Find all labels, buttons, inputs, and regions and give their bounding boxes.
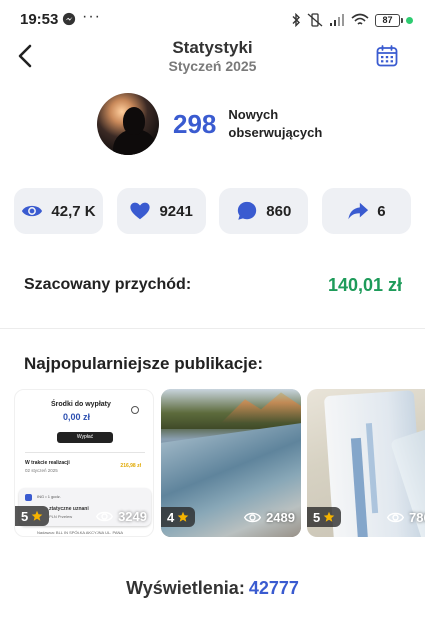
bank-icon bbox=[25, 494, 32, 501]
thumb-text: PLN Przelew bbox=[49, 514, 73, 519]
comment-icon bbox=[238, 201, 257, 220]
info-icon bbox=[131, 406, 139, 414]
post-rating-badge: 5 bbox=[15, 506, 50, 526]
post-card[interactable]: Środki do wypłaty 0,00 zł Wypłać W trakc… bbox=[14, 389, 154, 537]
comments-value: 860 bbox=[266, 202, 292, 220]
status-time: 19:53 bbox=[20, 11, 59, 28]
bluetooth-icon bbox=[292, 13, 300, 27]
thumb-text: 0,00 zł bbox=[63, 412, 91, 422]
thumb-text: Środki do wypłaty bbox=[51, 401, 111, 408]
thumb-text: Nadawca: BLL IN SPÓŁKA AKCYJNA UL. PANA bbox=[37, 530, 124, 535]
star-icon bbox=[31, 510, 43, 521]
more-notifications-icon: ··· bbox=[82, 8, 101, 25]
post-card[interactable]: 4 2489 bbox=[161, 389, 301, 537]
popular-posts-carousel[interactable]: Środki do wypłaty 0,00 zł Wypłać W trakc… bbox=[14, 389, 425, 537]
views-value: 42,7 K bbox=[51, 202, 96, 220]
signal-icon bbox=[330, 14, 344, 26]
heart-icon bbox=[130, 202, 151, 220]
messenger-icon bbox=[62, 12, 76, 26]
total-views-label: Wyświetlenia: bbox=[126, 578, 245, 598]
likes-value: 9241 bbox=[159, 202, 193, 220]
post-rating-value: 4 bbox=[167, 509, 175, 525]
post-rating-badge: 4 bbox=[161, 507, 196, 527]
post-views-value: 786 bbox=[409, 509, 425, 525]
eye-icon bbox=[387, 512, 404, 522]
stat-shares[interactable]: 6 bbox=[321, 188, 411, 234]
post-views-value: 3249 bbox=[118, 508, 147, 524]
page-title: Statystyki bbox=[172, 38, 253, 57]
battery-icon: 87 bbox=[375, 13, 403, 27]
share-icon bbox=[348, 202, 369, 220]
total-views: Wyświetlenia: 42777 bbox=[0, 578, 425, 599]
engagement-stats: 42,7 K 9241 860 6 bbox=[14, 188, 411, 234]
new-followers-label: Nowych obserwujących bbox=[228, 107, 323, 140]
revenue-value: 140,01 zł bbox=[327, 274, 402, 295]
post-views-value: 2489 bbox=[266, 509, 295, 525]
post-rating-value: 5 bbox=[21, 508, 29, 524]
post-card[interactable]: 5 786 bbox=[307, 389, 425, 537]
post-views-badge: 3249 bbox=[96, 506, 147, 526]
thumb-text: Wypłać bbox=[57, 432, 113, 443]
eye-icon bbox=[22, 205, 43, 217]
eye-icon bbox=[96, 511, 114, 521]
thumb-text: 216,98 zł bbox=[120, 463, 141, 469]
thumb-divider bbox=[25, 452, 145, 453]
privacy-indicator-dot bbox=[406, 16, 413, 24]
popular-posts-title: Najpopularniejsze publikacje: bbox=[24, 354, 264, 373]
avatar[interactable] bbox=[97, 93, 159, 155]
new-followers-count: 298 bbox=[173, 108, 217, 139]
header: Statystyki Styczeń 2025 bbox=[0, 36, 425, 80]
stat-comments[interactable]: 860 bbox=[219, 188, 309, 234]
divider bbox=[0, 328, 425, 329]
thumb-text: 02 styczeń 2025 bbox=[25, 468, 58, 473]
eye-icon bbox=[244, 512, 262, 522]
wifi-icon bbox=[351, 13, 369, 25]
page-subtitle: Styczeń 2025 bbox=[168, 58, 257, 74]
post-rating-value: 5 bbox=[313, 509, 321, 525]
stat-views[interactable]: 42,7 K bbox=[14, 188, 103, 234]
total-views-value: 42777 bbox=[248, 578, 299, 598]
estimated-revenue: Szacowany przychód: 140,01 zł bbox=[24, 272, 402, 298]
revenue-label: Szacowany przychód: bbox=[24, 276, 192, 293]
star-icon bbox=[177, 511, 189, 522]
thumb-text: ztatyczne uznani bbox=[49, 506, 89, 512]
vibrate-off-icon bbox=[307, 13, 323, 27]
star-icon bbox=[323, 511, 335, 522]
post-rating-badge: 5 bbox=[307, 507, 342, 527]
post-thumbnail-image bbox=[161, 389, 301, 429]
post-views-badge: 786 bbox=[387, 507, 425, 527]
new-followers-summary: 298 Nowych obserwujących bbox=[97, 92, 338, 156]
thumb-text: ING • 1 godz. bbox=[37, 494, 61, 499]
post-views-badge: 2489 bbox=[244, 507, 295, 527]
thumb-text: W trakcie realizacji bbox=[25, 460, 70, 466]
calendar-icon[interactable] bbox=[375, 44, 399, 68]
shares-value: 6 bbox=[377, 202, 386, 220]
stat-likes[interactable]: 9241 bbox=[116, 188, 206, 234]
status-bar: 19:53 ··· 87 bbox=[0, 0, 425, 40]
